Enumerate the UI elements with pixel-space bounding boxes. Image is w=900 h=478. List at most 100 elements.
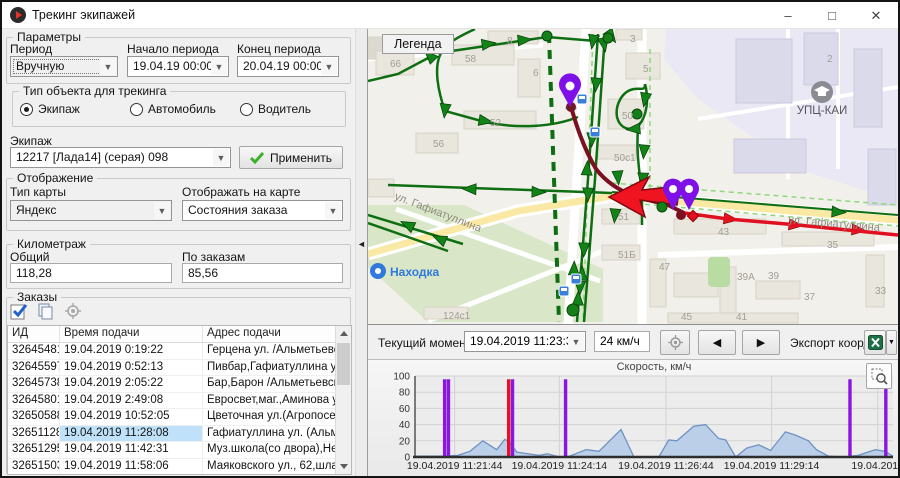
check-icon (250, 152, 264, 164)
table-cell[interactable]: Маяковского ул., 62,шлагб (203, 459, 351, 475)
svg-text:19.04.2019 11:21:44: 19.04.2019 11:21:44 (407, 460, 503, 472)
mileage-total-label: Общий (10, 250, 50, 264)
table-cell[interactable]: Гафиатуллина ул. (Альмет (203, 426, 351, 442)
table-cell[interactable]: 32651295 (8, 442, 60, 458)
table-row[interactable]: 3265058819.04.2019 10:52:05Цветочная ул.… (8, 409, 351, 426)
apply-button[interactable]: Применить (239, 146, 343, 169)
chevron-down-icon[interactable]: ▼ (154, 202, 170, 219)
crew-select[interactable]: 12217 [Лада14] (серая) 098▼ (10, 147, 231, 168)
table-row[interactable]: 3264559719.04.2019 0:52:13Пивбар,Гафиату… (8, 360, 351, 377)
step-forward-button[interactable]: ▶ (742, 330, 780, 355)
chevron-down-icon[interactable]: ▼ (321, 58, 337, 75)
table-cell[interactable]: 32651128 (8, 426, 60, 442)
event-marker (848, 379, 851, 457)
scrollbar-thumb[interactable] (337, 343, 350, 385)
table-row[interactable]: 3265129519.04.2019 11:42:31Муз.школа(со … (8, 442, 351, 459)
building-number: 43 (718, 227, 730, 238)
col-address[interactable]: Адрес подачи (203, 326, 351, 342)
app-window: Трекинг экипажей – □ ✕ Параметры Период … (0, 0, 900, 478)
radio-crew[interactable]: Экипаж (20, 102, 80, 116)
table-cell[interactable]: Цветочная ул.(Агропоселс (203, 409, 351, 425)
table-cell[interactable]: 32645597 (8, 360, 60, 376)
chevron-down-icon[interactable]: ▼ (213, 149, 229, 166)
step-back-button[interactable]: ◀ (698, 330, 736, 355)
map-canvas[interactable]: Легенда (368, 29, 898, 324)
table-cell[interactable]: 32645481 (8, 343, 60, 359)
poi-label-nakhodka: Находка (390, 265, 440, 279)
table-cell[interactable]: 19.04.2019 0:52:13 (60, 360, 203, 376)
table-cell[interactable]: 32651503 (8, 459, 60, 475)
show-on-map-select[interactable]: Состояния заказа▼ (182, 200, 343, 221)
window-title: Трекинг экипажей (32, 8, 135, 22)
radio-icon (240, 103, 253, 116)
table-cell[interactable]: 19.04.2019 2:49:08 (60, 393, 203, 409)
mileage-orders-input[interactable]: 85,56 (182, 263, 343, 283)
current-moment-select[interactable]: 19.04.2019 11:23:30▼ (464, 331, 586, 352)
svg-text:19.04.2019 11:24:14: 19.04.2019 11:24:14 (512, 460, 608, 472)
collapse-panel-arrow[interactable]: ◄ (357, 239, 366, 249)
mileage-total-input[interactable]: 118,28 (10, 263, 172, 283)
period-end-input[interactable]: 20.04.19 00:00▼ (237, 56, 339, 77)
playback-bar: Текущий момент 19.04.2019 11:23:30▼ 24 к… (368, 324, 898, 360)
table-row[interactable]: 3264573819.04.2019 2:05:22Бар,Барон /Аль… (8, 376, 351, 393)
building-number: 66 (390, 59, 402, 70)
table-cell[interactable]: 32645801 (8, 393, 60, 409)
close-button[interactable]: ✕ (854, 2, 898, 29)
table-cell[interactable]: Герцена ул. /Альметьевск, (203, 343, 351, 359)
chevron-down-icon[interactable]: ▼ (100, 58, 116, 75)
locate-button[interactable] (660, 330, 690, 355)
chevron-down-icon[interactable]: ▼ (568, 333, 584, 350)
excel-icon (868, 335, 883, 350)
table-row[interactable]: 3265150319.04.2019 11:58:06Маяковского у… (8, 459, 351, 476)
export-menu-button[interactable]: ▼ (886, 330, 897, 355)
chevron-down-icon[interactable]: ▼ (211, 58, 227, 75)
locate-order-icon[interactable] (64, 303, 82, 320)
table-cell[interactable]: Евросвет,маг.,Аминова ул (203, 393, 351, 409)
track-arrowhead (532, 186, 546, 197)
period-start-input[interactable]: 19.04.19 00:00▼ (127, 56, 229, 77)
radio-icon (130, 103, 143, 116)
copy-icon[interactable] (37, 303, 55, 320)
table-cell[interactable]: Пивбар,Гафиатуллина ул. (203, 360, 351, 376)
table-cell[interactable]: 19.04.2019 11:58:06 (60, 459, 203, 475)
table-cell[interactable]: 19.04.2019 10:52:05 (60, 409, 203, 425)
col-id[interactable]: ИД (8, 326, 60, 342)
table-cell[interactable]: Муз.школа(со двора),Нефт (203, 442, 351, 458)
table-cell[interactable]: 19.04.2019 11:42:31 (60, 442, 203, 458)
table-cell[interactable]: Бар,Барон /Альметьевск/ (203, 376, 351, 392)
building-number: 41 (736, 312, 748, 323)
table-cell[interactable]: 19.04.2019 0:19:22 (60, 343, 203, 359)
svg-text:60: 60 (399, 404, 411, 415)
chevron-down-icon[interactable]: ▼ (325, 202, 341, 219)
table-cell[interactable]: 19.04.2019 2:05:22 (60, 376, 203, 392)
orders-scrollbar[interactable] (335, 326, 351, 474)
table-row[interactable]: 3264548119.04.2019 0:19:22Герцена ул. /А… (8, 343, 351, 360)
table-cell[interactable]: 19.04.2019 11:28:08 (60, 426, 203, 442)
radio-icon (20, 103, 33, 116)
maximize-button[interactable]: □ (810, 2, 854, 29)
table-cell[interactable]: 32645738 (8, 376, 60, 392)
table-cell[interactable]: 32650588 (8, 409, 60, 425)
current-moment-marker (507, 379, 510, 457)
building-number: 47 (659, 262, 671, 273)
radio-driver[interactable]: Водитель (240, 102, 311, 116)
col-time[interactable]: Время подачи (60, 326, 203, 342)
minimize-button[interactable]: – (766, 2, 810, 29)
chart-zoom-button[interactable] (866, 363, 892, 389)
panel-splitter[interactable]: ◄ (355, 29, 368, 476)
scroll-up-button[interactable] (336, 326, 351, 341)
export-excel-button[interactable] (864, 330, 886, 355)
period-select[interactable]: Вручную▼ (10, 56, 118, 77)
magnifier-icon (871, 368, 888, 385)
map-type-select[interactable]: Яндекс▼ (10, 200, 172, 221)
select-orders-icon[interactable] (10, 303, 28, 320)
radio-car[interactable]: Автомобиль (130, 102, 216, 116)
table-row[interactable]: 3264580119.04.2019 2:49:08Евросвет,маг.,… (8, 393, 351, 410)
event-marker (443, 379, 446, 457)
legend-button[interactable]: Легенда (382, 34, 454, 54)
scroll-down-button[interactable] (336, 459, 351, 474)
building-number: 56 (433, 139, 445, 150)
table-row[interactable]: 3265112819.04.2019 11:28:08Гафиатуллина … (8, 426, 351, 443)
titlebar: Трекинг экипажей – □ ✕ (2, 2, 898, 29)
building-number: 50с1 (614, 153, 636, 164)
